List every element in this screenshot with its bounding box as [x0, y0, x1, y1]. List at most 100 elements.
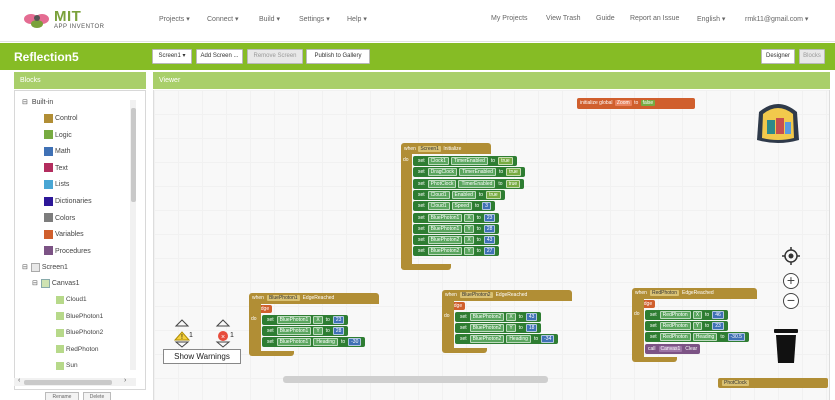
value-slot[interactable]: 28: [332, 327, 345, 336]
component-dropdown[interactable]: BluePhoton2: [427, 236, 463, 245]
setter-block[interactable]: set BluePhoton1 Yto 28: [262, 326, 349, 337]
tree-screen1[interactable]: ⊟ Screen1: [22, 262, 68, 274]
property-dropdown[interactable]: TimerEnabled: [459, 168, 496, 177]
backpack-icon[interactable]: [749, 98, 807, 144]
setter-block[interactable]: set BluePhoton2 Heading to -34: [455, 334, 559, 345]
tree-item-text[interactable]: Text: [44, 163, 68, 175]
event-component-dropdown[interactable]: BluePhoton2: [459, 292, 493, 298]
partial-clock-block[interactable]: PhotClock: [718, 378, 828, 388]
blocks-button[interactable]: Blocks: [799, 49, 825, 64]
value-slot[interactable]: 27: [483, 247, 496, 256]
value-slot[interactable]: 3: [482, 202, 491, 211]
property-dropdown[interactable]: Y: [464, 247, 474, 256]
property-dropdown[interactable]: X: [692, 311, 703, 319]
warning-up-arrow-icon[interactable]: !: [174, 318, 190, 348]
language-menu[interactable]: English ▾: [697, 15, 725, 23]
remove-screen-button[interactable]: Remove Screen: [247, 49, 303, 64]
value-slot[interactable]: -30.5: [727, 333, 745, 342]
component-dropdown[interactable]: DragClock: [427, 168, 458, 177]
component-dropdown[interactable]: BluePhoton2: [469, 313, 505, 321]
edge-reached-event-block[interactable]: when BluePhoton1 EdgeReached: [249, 293, 379, 304]
property-dropdown[interactable]: Y: [692, 322, 703, 331]
zoom-in-icon[interactable]: +: [783, 273, 799, 289]
view-trash-link[interactable]: View Trash: [546, 15, 581, 22]
setter-block[interactable]: set BluePhoton1 Yto 28: [413, 223, 500, 234]
error-icon[interactable]: ×: [215, 318, 231, 348]
tree-component-bluephoton1[interactable]: BluePhoton1: [56, 311, 103, 323]
property-dropdown[interactable]: Speed: [451, 202, 472, 211]
component-dropdown[interactable]: Cloud1: [427, 202, 450, 211]
collapse-icon[interactable]: ⊟: [32, 280, 38, 287]
zoom-out-icon[interactable]: −: [783, 293, 799, 309]
global-var-name[interactable]: Zoom: [614, 100, 632, 106]
property-dropdown[interactable]: TimerEnabled: [450, 157, 488, 165]
tree-item-variables[interactable]: Variables: [44, 229, 84, 241]
value-slot[interactable]: 23: [483, 213, 496, 222]
projects-menu[interactable]: Projects ▾: [159, 15, 190, 23]
setter-block[interactable]: set BluePhoton1 Heading to -30: [262, 337, 366, 348]
component-dropdown[interactable]: RedPhoton: [659, 333, 691, 342]
value-slot[interactable]: 46: [712, 311, 724, 319]
value-slot[interactable]: 28: [483, 224, 496, 233]
value-slot[interactable]: 43: [525, 313, 538, 321]
call-component-dropdown[interactable]: Canvas1: [658, 345, 683, 352]
tree-component-redphoton[interactable]: RedPhoton: [56, 344, 99, 356]
screen-component-dropdown[interactable]: Screen1: [418, 146, 441, 152]
value-slot[interactable]: 23: [712, 322, 724, 331]
component-dropdown[interactable]: PhotClock: [427, 179, 457, 188]
value-slot[interactable]: 23: [332, 316, 345, 324]
report-issue-link[interactable]: Report an Issue: [630, 15, 679, 22]
my-projects-link[interactable]: My Projects: [491, 15, 528, 22]
component-dropdown[interactable]: Clock1: [427, 157, 449, 165]
account-menu[interactable]: rmk11@gmail.com ▾: [745, 15, 808, 23]
value-slot[interactable]: -34: [541, 335, 555, 344]
component-dropdown[interactable]: BluePhoton2: [469, 324, 505, 333]
property-dropdown[interactable]: Heading: [506, 335, 531, 344]
scroll-right-icon[interactable]: ›: [124, 377, 126, 384]
property-dropdown[interactable]: Heading: [692, 333, 718, 342]
screen-selector[interactable]: Screen1 ▾: [152, 49, 192, 64]
partial-block-component[interactable]: PhotClock: [722, 380, 749, 386]
connect-menu[interactable]: Connect ▾: [207, 15, 239, 23]
setter-block[interactable]: set BluePhoton2 Yto 27: [413, 246, 500, 257]
component-dropdown[interactable]: RedPhoton: [659, 322, 691, 331]
component-dropdown[interactable]: BluePhoton1: [276, 316, 312, 324]
global-variable-block[interactable]: initialize global Zoom to false: [577, 98, 695, 109]
value-slot[interactable]: true: [486, 190, 501, 199]
component-dropdown[interactable]: Cloud1: [427, 190, 450, 199]
tree-item-lists[interactable]: Lists: [44, 179, 69, 191]
tree-item-procedures[interactable]: Procedures: [44, 246, 91, 258]
blocks-hscrollbar-thumb[interactable]: [24, 380, 112, 385]
tree-builtin-toggle[interactable]: ⊟ Built-in: [22, 97, 53, 109]
tree-canvas1[interactable]: ⊟ Canvas1: [32, 278, 80, 290]
setter-block[interactable]: set RedPhoton Yto 23: [645, 321, 728, 332]
tree-item-dictionaries[interactable]: Dictionaries: [44, 196, 92, 208]
setter-block[interactable]: set RedPhoton Heading to -30.5: [645, 332, 749, 343]
property-dropdown[interactable]: Enabled: [451, 190, 476, 199]
collapse-icon[interactable]: ⊟: [22, 264, 28, 271]
delete-button[interactable]: Delete: [83, 392, 111, 400]
component-dropdown[interactable]: BluePhoton1: [427, 224, 463, 233]
setter-block[interactable]: set DragClock TimerEnabled to true: [413, 167, 525, 178]
setter-block[interactable]: set Clock1 TimerEnabled to true: [413, 156, 517, 166]
tree-item-colors[interactable]: Colors: [44, 213, 75, 225]
component-dropdown[interactable]: RedPhoton: [659, 311, 691, 319]
event-component-dropdown[interactable]: BluePhoton1: [266, 295, 300, 301]
tree-component-sun[interactable]: Sun: [56, 360, 78, 372]
tree-item-math[interactable]: Math: [44, 146, 71, 158]
property-dropdown[interactable]: Heading: [313, 338, 338, 347]
component-dropdown[interactable]: BluePhoton2: [427, 247, 463, 256]
trash-icon[interactable]: [773, 327, 799, 365]
call-method-block[interactable]: call Canvas1 Clear: [645, 343, 701, 354]
setter-block[interactable]: set BluePhoton1 Xto 23: [262, 315, 349, 325]
build-menu[interactable]: Build ▾: [259, 15, 280, 23]
setter-block[interactable]: set BluePhoton2 Yto 18: [455, 323, 542, 334]
rename-button[interactable]: Rename: [45, 392, 79, 400]
global-var-value[interactable]: false: [640, 100, 656, 106]
component-dropdown[interactable]: BluePhoton2: [469, 335, 505, 344]
show-warnings-button[interactable]: Show Warnings: [163, 349, 241, 364]
property-dropdown[interactable]: X: [464, 236, 474, 245]
property-dropdown[interactable]: Y: [464, 224, 474, 233]
edge-reached-event-block[interactable]: when RedPhoton EdgeReached: [632, 288, 757, 299]
designer-button[interactable]: Designer: [761, 49, 795, 64]
